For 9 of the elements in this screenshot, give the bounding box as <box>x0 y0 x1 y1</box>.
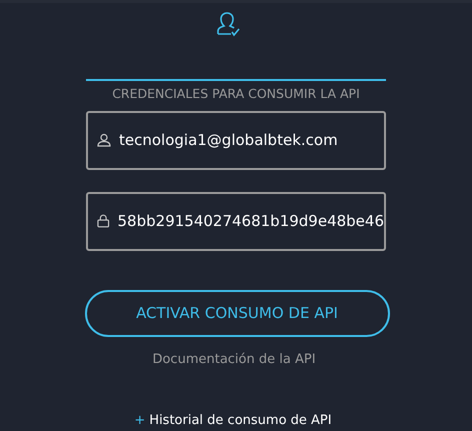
user-check-icon <box>215 12 241 37</box>
documentation-link[interactable]: Documentación de la API <box>152 350 316 370</box>
input-field[interactable]: 58bb291540274681b19d9e48be46 <box>86 192 386 251</box>
activate-button[interactable]: ACTIVAR CONSUMO DE API <box>84 290 390 337</box>
input-field[interactable]: tecnologia1@globalbtek.com <box>86 110 386 170</box>
user-icon <box>97 133 111 148</box>
history-link[interactable]: + Historial de consumo de API <box>134 411 332 431</box>
lock-icon <box>97 214 110 228</box>
section-title: CREDENCIALES PARA CONSUMIR LA API <box>112 85 360 103</box>
